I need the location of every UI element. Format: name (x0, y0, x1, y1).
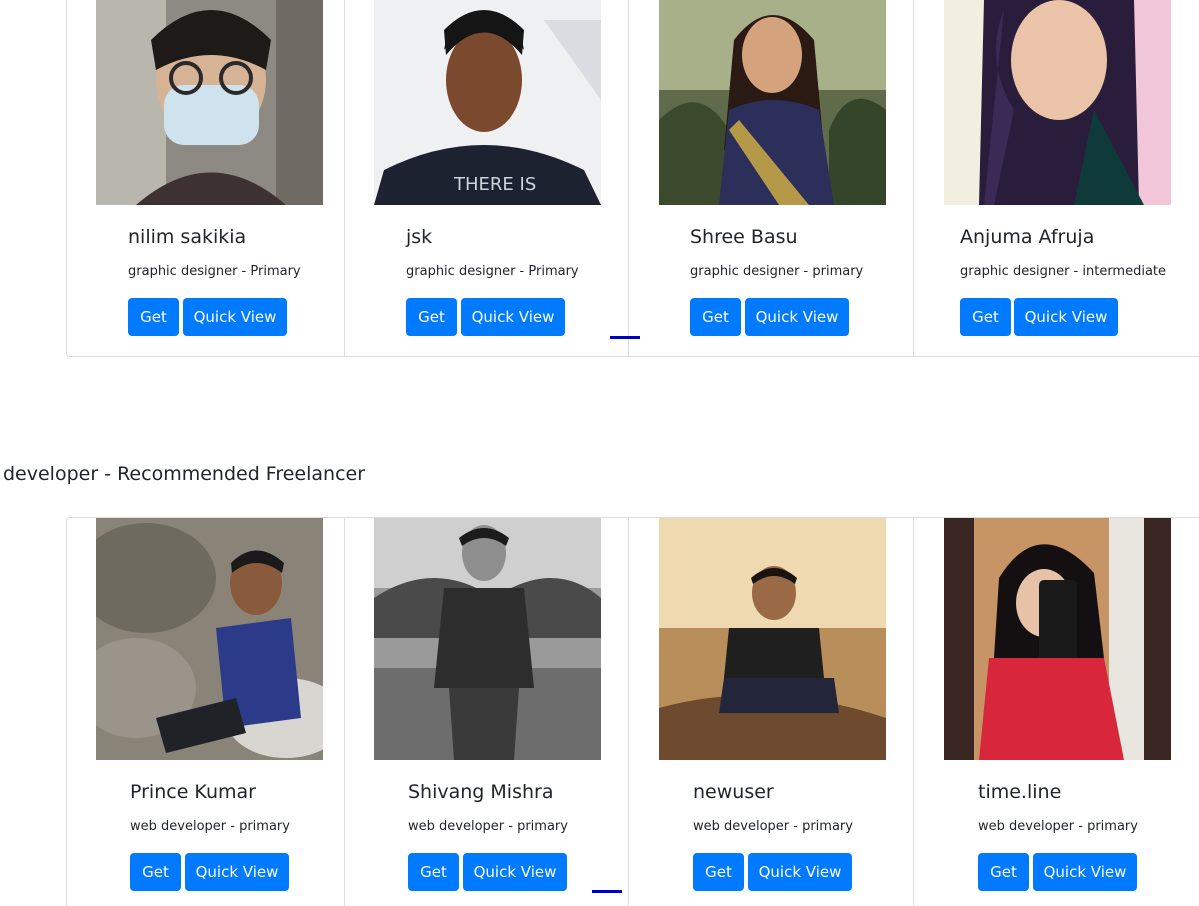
freelancer-card: Anjuma Afruja graphic designer - interme… (913, 0, 1199, 357)
carousel-indicator[interactable] (610, 336, 640, 339)
freelancer-role: web developer - primary (130, 819, 290, 834)
freelancer-photo[interactable] (944, 0, 1171, 205)
freelancer-card: time.line web developer - primary Get Qu… (913, 517, 1199, 906)
freelancer-role: graphic designer - intermediate (960, 264, 1167, 279)
freelancer-photo[interactable] (659, 518, 886, 760)
get-button[interactable]: Get (406, 298, 457, 336)
quick-view-button[interactable]: Quick View (183, 298, 287, 336)
freelancer-photo[interactable] (659, 0, 886, 205)
freelancer-card: nilim sakikia graphic designer - Primary… (0, 0, 344, 357)
quick-view-button[interactable]: Quick View (185, 853, 289, 891)
freelancer-name: Shivang Mishra (408, 781, 554, 803)
get-button[interactable]: Get (690, 298, 741, 336)
freelancer-role: web developer - primary (408, 819, 568, 834)
freelancer-card: THERE IS jsk graphic designer - Primary … (344, 0, 628, 357)
freelancer-name: time.line (978, 781, 1062, 803)
freelancer-name: Anjuma Afruja (960, 226, 1095, 248)
freelancer-photo[interactable] (96, 518, 323, 760)
freelancer-name: jsk (406, 226, 433, 248)
get-button[interactable]: Get (128, 298, 179, 336)
quick-view-button[interactable]: Quick View (461, 298, 565, 336)
freelancer-card: Shivang Mishra web developer - primary G… (344, 517, 628, 906)
freelancer-photo[interactable] (374, 518, 601, 760)
freelancer-role: graphic designer - Primary (128, 264, 301, 279)
developer-row: Prince Kumar web developer - primary Get… (0, 517, 1199, 906)
get-button[interactable]: Get (130, 853, 181, 891)
quick-view-button[interactable]: Quick View (1033, 853, 1137, 891)
freelancer-card: Shree Basu graphic designer - primary Ge… (628, 0, 913, 357)
freelancer-name: Prince Kumar (130, 781, 256, 803)
freelancer-role: web developer - primary (693, 819, 853, 834)
svg-text:THERE IS: THERE IS (453, 174, 536, 195)
quick-view-button[interactable]: Quick View (463, 853, 567, 891)
freelancer-card: Prince Kumar web developer - primary Get… (0, 517, 344, 906)
freelancer-photo[interactable] (944, 518, 1171, 760)
quick-view-button[interactable]: Quick View (1014, 298, 1118, 336)
freelancer-role: graphic designer - Primary (406, 264, 579, 279)
get-button[interactable]: Get (693, 853, 744, 891)
freelancer-name: newuser (693, 781, 774, 803)
freelancer-photo[interactable] (96, 0, 323, 205)
freelancer-role: web developer - primary (978, 819, 1138, 834)
get-button[interactable]: Get (960, 298, 1011, 336)
quick-view-button[interactable]: Quick View (745, 298, 849, 336)
freelancer-name: nilim sakikia (128, 226, 247, 248)
freelancer-name: Shree Basu (690, 226, 798, 248)
get-button[interactable]: Get (978, 853, 1029, 891)
freelancer-card: newuser web developer - primary Get Quic… (628, 517, 913, 906)
carousel-indicator[interactable] (592, 890, 622, 893)
freelancer-role: graphic designer - primary (690, 264, 864, 279)
get-button[interactable]: Get (408, 853, 459, 891)
freelancer-photo[interactable]: THERE IS (374, 0, 601, 205)
graphic-designer-row: nilim sakikia graphic designer - Primary… (0, 0, 1199, 357)
quick-view-button[interactable]: Quick View (748, 853, 852, 891)
section-heading: developer - Recommended Freelancer (3, 463, 366, 485)
